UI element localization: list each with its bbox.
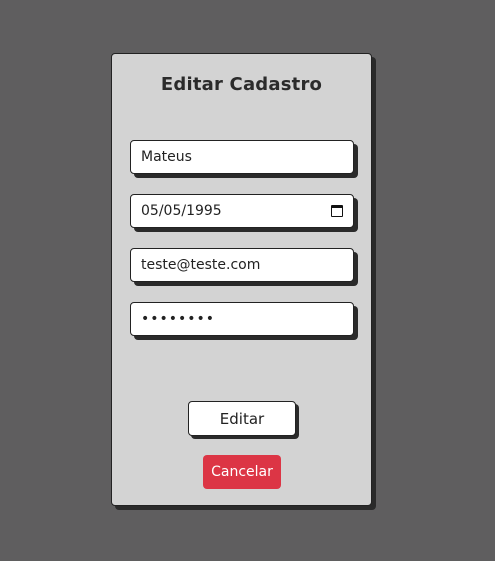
calendar-icon[interactable] [331,205,343,217]
name-input[interactable]: Mateus [130,140,354,174]
cancel-button[interactable]: Cancelar [203,455,281,489]
password-input-value: •••••••• [141,311,216,327]
edit-profile-card: Editar Cadastro Mateus 05/05/1995 teste@… [111,53,372,506]
password-input[interactable]: •••••••• [130,302,354,336]
email-input[interactable]: teste@teste.com [130,248,354,282]
email-input-value: teste@teste.com [141,257,261,273]
form-title: Editar Cadastro [160,74,323,95]
birthdate-input[interactable]: 05/05/1995 [130,194,354,228]
birthdate-input-value: 05/05/1995 [141,203,222,219]
name-input-value: Mateus [141,149,192,165]
edit-button[interactable]: Editar [188,401,296,436]
